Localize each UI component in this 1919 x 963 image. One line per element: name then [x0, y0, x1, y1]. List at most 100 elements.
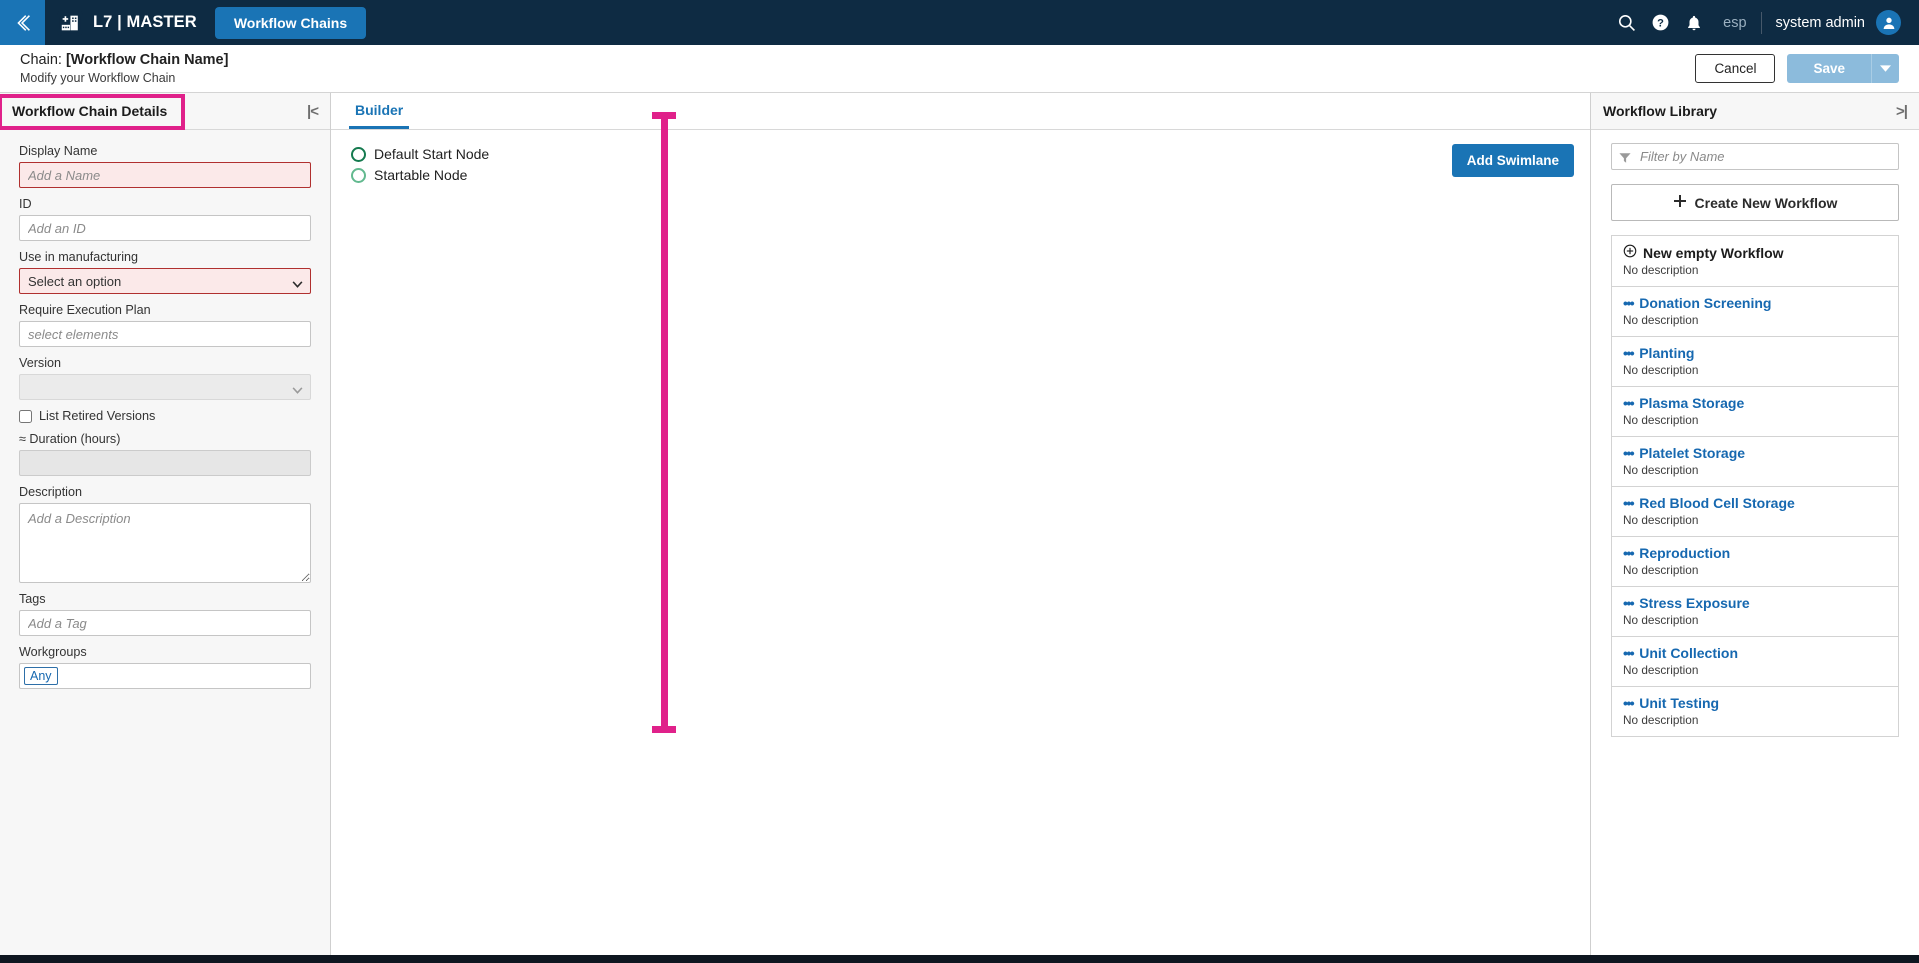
details-form: Display Name ID Use in manufacturing Sel…: [0, 130, 330, 698]
list-retired-versions-label[interactable]: List Retired Versions: [39, 409, 155, 423]
duration-input[interactable]: [19, 450, 311, 476]
description-textarea[interactable]: [19, 503, 311, 583]
list-item-label: Donation Screening: [1639, 295, 1772, 311]
version-select-wrap: [19, 374, 311, 400]
list-item[interactable]: New empty Workflow No description: [1612, 236, 1898, 287]
workgroup-chip[interactable]: Any: [24, 667, 58, 685]
id-label: ID: [19, 197, 32, 211]
language-selector[interactable]: esp: [1723, 15, 1746, 31]
user-name-label[interactable]: system admin: [1776, 15, 1865, 31]
drag-grip-icon: •••: [1623, 345, 1635, 361]
list-item-title[interactable]: ••• Donation Screening: [1623, 295, 1887, 311]
list-item-label: Red Blood Cell Storage: [1639, 495, 1795, 511]
field-duration: ≈ Duration (hours): [19, 432, 311, 476]
require-execution-plan-input[interactable]: [19, 321, 311, 347]
drag-grip-icon: •••: [1623, 445, 1635, 461]
builder-tabs: Builder: [331, 93, 1590, 130]
nav-tab-workflow-chains[interactable]: Workflow Chains: [214, 6, 367, 39]
list-item[interactable]: ••• Stress Exposure No description: [1612, 587, 1898, 637]
use-in-manufacturing-select[interactable]: Select an option: [19, 268, 311, 294]
add-swimlane-button[interactable]: Add Swimlane: [1451, 144, 1574, 177]
legend-label: Startable Node: [374, 167, 468, 183]
library-body: Create New Workflow New empty Workflow No…: [1591, 130, 1919, 737]
drag-grip-icon: •••: [1623, 495, 1635, 511]
user-avatar-icon[interactable]: [1876, 10, 1901, 35]
list-item[interactable]: ••• Unit Testing No description: [1612, 687, 1898, 737]
field-description: Description: [19, 485, 311, 583]
list-retired-versions-checkbox[interactable]: [19, 409, 32, 423]
list-item-description: No description: [1623, 363, 1699, 377]
circle-outline-icon: [351, 167, 366, 183]
top-navigation-bar: L7 | MASTER Workflow Chains ? esp system…: [0, 0, 1919, 45]
list-item[interactable]: ••• Planting No description: [1612, 337, 1898, 387]
factory-plus-icon: [57, 9, 83, 36]
list-item[interactable]: ••• Plasma Storage No description: [1612, 387, 1898, 437]
drag-grip-icon: •••: [1623, 545, 1635, 561]
cancel-button[interactable]: Cancel: [1695, 54, 1776, 83]
save-dropdown-button[interactable]: [1871, 54, 1899, 83]
list-item-title[interactable]: ••• Stress Exposure: [1623, 595, 1887, 611]
list-item-title[interactable]: ••• Unit Testing: [1623, 695, 1887, 711]
save-button-group: Save: [1787, 54, 1899, 83]
list-item[interactable]: ••• Platelet Storage No description: [1612, 437, 1898, 487]
list-item-description: No description: [1623, 313, 1699, 327]
tab-builder[interactable]: Builder: [349, 102, 410, 129]
create-new-workflow-button[interactable]: Create New Workflow: [1611, 184, 1899, 221]
list-item-title[interactable]: ••• Reproduction: [1623, 545, 1887, 561]
tags-input[interactable]: [19, 610, 311, 636]
use-in-manufacturing-label: Use in manufacturing: [19, 250, 139, 264]
drag-grip-icon: •••: [1623, 695, 1635, 711]
list-item-label: New empty Workflow: [1643, 244, 1784, 261]
field-version: Version: [19, 356, 311, 400]
search-icon[interactable]: [1609, 0, 1643, 45]
builder-canvas[interactable]: Default Start Node Startable Node Add Sw…: [331, 130, 1590, 955]
list-item-title[interactable]: ••• Planting: [1623, 345, 1887, 361]
list-item-label: Plasma Storage: [1639, 395, 1745, 411]
list-item-description: No description: [1623, 713, 1699, 727]
legend-label: Default Start Node: [374, 146, 490, 162]
field-id: ID: [19, 197, 311, 241]
version-label: Version: [19, 356, 62, 370]
back-button[interactable]: [0, 0, 45, 45]
list-item-title[interactable]: ••• Unit Collection: [1623, 645, 1887, 661]
workgroups-tagbox[interactable]: Any: [19, 663, 311, 689]
list-item-description: No description: [1623, 613, 1699, 627]
chevron-left-icon: [12, 12, 34, 34]
list-item[interactable]: ••• Unit Collection No description: [1612, 637, 1898, 687]
collapse-right-icon[interactable]: >|: [1896, 103, 1908, 120]
collapse-left-icon[interactable]: |<: [307, 103, 319, 120]
list-item-title[interactable]: ••• Red Blood Cell Storage: [1623, 495, 1887, 511]
list-item-description: No description: [1623, 513, 1699, 527]
bell-icon[interactable]: [1677, 0, 1711, 45]
display-name-input[interactable]: [19, 162, 311, 188]
list-item-label: Reproduction: [1639, 545, 1731, 561]
drag-grip-icon: •••: [1623, 395, 1635, 411]
node-legend: Default Start Node Startable Node: [351, 146, 489, 183]
nav-divider: [1760, 11, 1762, 34]
drag-grip-icon: •••: [1623, 645, 1635, 661]
legend-item-default-start-node: Default Start Node: [351, 146, 489, 162]
list-item-title[interactable]: ••• Platelet Storage: [1623, 445, 1887, 461]
list-item-title[interactable]: ••• Plasma Storage: [1623, 395, 1887, 411]
filter-by-name-input[interactable]: [1611, 143, 1899, 170]
list-item[interactable]: ••• Reproduction No description: [1612, 537, 1898, 587]
id-input[interactable]: [19, 215, 311, 241]
svg-text:?: ?: [1657, 17, 1664, 29]
builder-panel: Builder Default Start Node Startable Nod…: [331, 93, 1590, 955]
display-name-label: Display Name: [19, 144, 98, 158]
bottom-scrollbar[interactable]: [0, 955, 1919, 963]
list-item[interactable]: ••• Red Blood Cell Storage No description: [1612, 487, 1898, 537]
left-panel-header: Workflow Chain Details |<: [0, 93, 330, 130]
version-select[interactable]: [19, 374, 311, 400]
list-item[interactable]: ••• Donation Screening No description: [1612, 287, 1898, 337]
legend-item-startable-node: Startable Node: [351, 167, 489, 183]
page-title-value: [Workflow Chain Name]: [65, 52, 229, 68]
field-use-in-manufacturing: Use in manufacturing Select an option: [19, 250, 311, 294]
list-item-title[interactable]: New empty Workflow: [1623, 244, 1887, 261]
help-circle-icon[interactable]: ?: [1643, 0, 1677, 45]
list-item-label: Unit Collection: [1639, 645, 1738, 661]
caret-down-icon: [1880, 60, 1891, 78]
save-button[interactable]: Save: [1787, 54, 1871, 83]
field-tags: Tags: [19, 592, 311, 636]
field-list-retired-versions[interactable]: List Retired Versions: [19, 409, 311, 423]
